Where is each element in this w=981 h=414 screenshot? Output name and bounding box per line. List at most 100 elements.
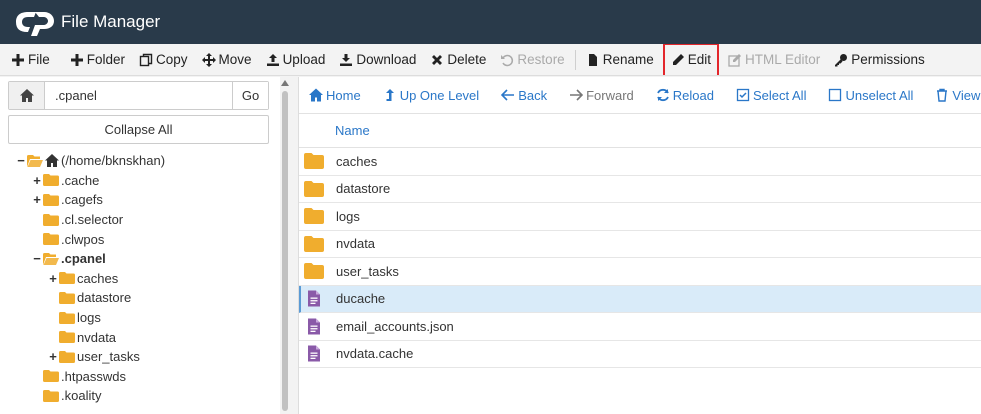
tree-toggle[interactable]: +: [48, 271, 58, 286]
tree-item[interactable]: − (/home/bknskhan): [0, 151, 280, 171]
folder-icon: [59, 291, 75, 304]
tree-toggle[interactable]: +: [48, 349, 58, 364]
folder-open-icon: [27, 154, 43, 167]
file-row[interactable]: nvdata: [299, 231, 981, 258]
tree-item-label: caches: [77, 270, 119, 286]
tree-item-label: .clwpos: [61, 231, 105, 247]
scroll-up-arrow-icon[interactable]: [281, 80, 289, 86]
tree-item[interactable]: .koality: [0, 386, 280, 406]
folder-icon: [43, 233, 59, 246]
new-file-button[interactable]: File: [4, 46, 57, 74]
path-input[interactable]: [45, 82, 232, 109]
view-trash-button[interactable]: View Tra: [935, 88, 981, 103]
new-folder-button[interactable]: Folder: [63, 46, 132, 74]
folder-icon: [43, 389, 59, 402]
file-name: nvdata.cache: [336, 346, 414, 362]
file-row[interactable]: email_accounts.json: [299, 313, 981, 341]
tree-item-label: .cpanel: [61, 251, 106, 267]
folder-icon: [304, 235, 324, 252]
tree-scrollbar[interactable]: [280, 77, 290, 414]
file-name: email_accounts.json: [336, 318, 454, 334]
cpanel-logo-icon: [16, 12, 54, 36]
text-file-icon: [308, 290, 320, 307]
tree-toggle[interactable]: −: [32, 251, 42, 266]
file-name: datastore: [336, 181, 391, 197]
folder-icon: [43, 370, 59, 383]
file-name: logs: [336, 208, 360, 224]
scrollbar-thumb[interactable]: [282, 91, 288, 411]
tree-item-label: (/home/bknskhan): [61, 153, 166, 169]
up-one-level-button[interactable]: Up One Level: [383, 88, 479, 103]
tree-item[interactable]: .htpasswds: [0, 367, 280, 387]
go-button[interactable]: Go: [232, 82, 268, 109]
file-row[interactable]: user_tasks: [299, 258, 981, 286]
folder-icon: [59, 350, 75, 363]
move-button[interactable]: Move: [195, 46, 259, 74]
tree-item-label: datastore: [77, 290, 132, 306]
edit-button[interactable]: Edit: [662, 44, 720, 75]
file-row[interactable]: datastore: [299, 176, 981, 203]
tree-item-label: .koality: [61, 388, 102, 404]
reload-button[interactable]: Reload: [656, 88, 714, 103]
path-home-button[interactable]: [9, 82, 45, 109]
unselect-all-button[interactable]: Unselect All: [828, 88, 913, 103]
text-file-icon: [308, 318, 320, 335]
select-all-button[interactable]: Select All: [736, 88, 806, 103]
folder-icon: [59, 272, 75, 285]
edit-square-icon: [728, 53, 741, 67]
tree-item[interactable]: .clwpos: [0, 229, 280, 249]
tree-item[interactable]: + .cache: [0, 171, 280, 191]
name-column-header[interactable]: Name: [299, 114, 981, 148]
directory-tree: − (/home/bknskhan) + .cache + .cagefs .cl.sele…: [0, 151, 280, 406]
file-row[interactable]: nvdata.cache: [299, 341, 981, 368]
file-row[interactable]: caches: [299, 148, 981, 176]
tree-item[interactable]: logs: [0, 308, 280, 328]
tree-item-label: nvdata: [77, 329, 117, 345]
tree-item[interactable]: + user_tasks: [0, 347, 280, 367]
delete-button[interactable]: Delete: [423, 46, 493, 74]
home-icon: [45, 154, 59, 168]
upload-button[interactable]: Upload: [259, 46, 333, 74]
file-row[interactable]: ducache: [299, 285, 981, 313]
copy-icon: [139, 53, 153, 66]
tree-item[interactable]: .cl.selector: [0, 210, 280, 230]
download-button[interactable]: Download: [332, 46, 423, 74]
tree-item[interactable]: + .cagefs: [0, 190, 280, 210]
folder-icon: [43, 213, 59, 226]
copy-button[interactable]: Copy: [132, 46, 195, 74]
folder-icon: [59, 311, 75, 324]
tree-item[interactable]: + caches: [0, 269, 280, 289]
file-name: caches: [336, 153, 378, 169]
collapse-all-button[interactable]: Collapse All: [8, 115, 269, 144]
arrow-right-icon: [570, 89, 584, 101]
file-name: nvdata: [336, 236, 376, 252]
app-header: File Manager: [0, 0, 981, 44]
folder-icon: [304, 180, 324, 197]
refresh-icon: [656, 88, 669, 102]
folder-icon: [59, 331, 75, 344]
rename-button[interactable]: Rename: [579, 46, 661, 74]
file-name: user_tasks: [336, 263, 399, 279]
key-icon: [835, 53, 848, 66]
tree-toggle[interactable]: +: [32, 173, 42, 188]
tree-toggle[interactable]: −: [16, 153, 26, 168]
file-name: ducache: [336, 291, 386, 307]
file-row[interactable]: logs: [299, 203, 981, 231]
restore-button[interactable]: Restore: [493, 46, 571, 74]
permissions-button[interactable]: Permissions: [827, 46, 932, 74]
html-editor-button[interactable]: HTML Editor: [721, 46, 827, 74]
text-file-icon: [308, 345, 320, 362]
file-list: caches datastore logs nvdata user_tasksducac…: [299, 148, 981, 368]
tree-item[interactable]: datastore: [0, 288, 280, 308]
empty-box-icon: [829, 88, 842, 102]
home-button[interactable]: Home: [309, 88, 361, 103]
back-button[interactable]: Back: [501, 88, 547, 103]
plus-icon: [12, 53, 24, 66]
tree-item[interactable]: − .cpanel: [0, 249, 280, 269]
forward-button[interactable]: Forward: [569, 88, 634, 103]
folder-icon: [304, 208, 324, 225]
tree-toggle[interactable]: +: [32, 192, 42, 207]
move-arrows-icon: [201, 52, 216, 67]
navigation-bar: Home Up One Level Back Forward Reload Se…: [299, 77, 981, 114]
tree-item[interactable]: nvdata: [0, 327, 280, 347]
